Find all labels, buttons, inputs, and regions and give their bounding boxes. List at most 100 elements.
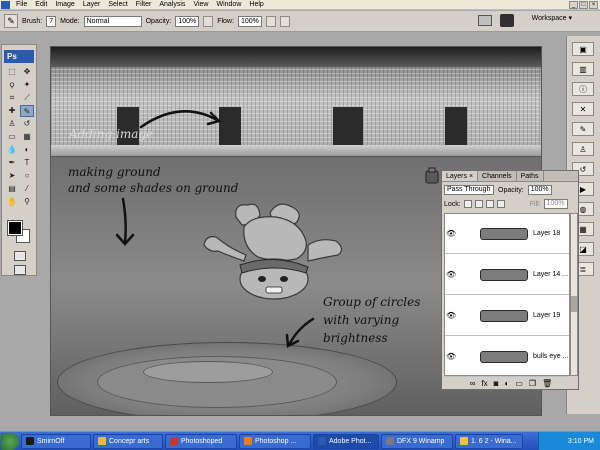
taskbar-items: SmirnOff Concepr arts Photoshoped Photoshop…: [19, 433, 523, 449]
scrollbar-thumb[interactable]: [571, 296, 577, 312]
visibility-eye-icon[interactable]: 👁: [446, 311, 456, 320]
hand-tool-icon[interactable]: ✋: [5, 196, 19, 208]
taskbar-item[interactable]: Photoshop ...: [239, 433, 311, 449]
taskbar-item[interactable]: DFX 9 Winamp: [381, 433, 453, 449]
visibility-eye-icon[interactable]: 👁: [446, 270, 456, 279]
adjustment-layer-icon[interactable]: ◐: [505, 379, 510, 388]
lasso-tool-icon[interactable]: ϙ: [5, 79, 19, 91]
healing-brush-tool-icon[interactable]: ✚: [5, 105, 19, 117]
ps-logo: Ps: [4, 50, 34, 63]
tablet-pressure-icon[interactable]: [203, 15, 214, 27]
eyedropper-tool-icon[interactable]: ⁄: [20, 183, 34, 195]
type-tool-icon[interactable]: T: [20, 157, 34, 169]
taskbar-app-icon: [244, 437, 252, 445]
tab-channels[interactable]: Channels: [478, 171, 517, 181]
annotation-ground-line1: making ground: [68, 165, 161, 179]
navigator-panel-icon[interactable]: ▣: [572, 42, 594, 56]
zoom-tool-icon[interactable]: ⚲: [20, 196, 34, 208]
tablet-size-icon[interactable]: [279, 15, 290, 27]
menu-filter[interactable]: Filter: [132, 0, 156, 10]
brush-tool-icon[interactable]: ✎: [20, 105, 34, 117]
annotation-circles-line2: with varying: [323, 313, 400, 327]
delete-layer-icon[interactable]: 🗑: [542, 379, 552, 388]
taskbar-item[interactable]: Photoshoped: [165, 433, 237, 449]
menu-file[interactable]: File: [12, 0, 31, 10]
tab-paths[interactable]: Paths: [517, 171, 544, 181]
workspace-menu[interactable]: Workspace ▾: [532, 14, 572, 22]
minimize-button[interactable]: _: [569, 1, 578, 9]
clone-source-icon[interactable]: ♙: [572, 142, 594, 156]
annotation-ground-line2: and some shades on ground: [68, 181, 239, 195]
info-panel-icon[interactable]: ⓘ: [572, 82, 594, 96]
opacity-input[interactable]: 100%: [175, 15, 200, 27]
lock-pixels-icon[interactable]: [474, 200, 483, 208]
visibility-eye-icon[interactable]: 👁: [446, 352, 456, 361]
layers-opacity-input[interactable]: 100%: [527, 185, 552, 195]
menu-layer[interactable]: Layer: [79, 0, 105, 10]
palette-well-icon[interactable]: [478, 15, 492, 26]
layer-row[interactable]: 👁 Layer 19: [445, 296, 569, 336]
layer-mask-icon[interactable]: ◙: [494, 379, 499, 388]
taskbar-item[interactable]: Concepr arts: [93, 433, 163, 449]
layer-style-icon[interactable]: fx: [481, 379, 487, 388]
link-layers-icon[interactable]: ∞: [470, 379, 476, 388]
lock-position-icon[interactable]: [485, 200, 494, 208]
layer-row[interactable]: 👁 Layer 14 ...: [445, 255, 569, 295]
slice-tool-icon[interactable]: ⟋: [20, 92, 34, 104]
menu-bar: File Edit Image Layer Select Filter Anal…: [0, 0, 600, 10]
magic-wand-tool-icon[interactable]: ✦: [20, 79, 34, 91]
menu-select[interactable]: Select: [104, 0, 131, 10]
histogram-panel-icon[interactable]: ▥: [572, 62, 594, 76]
brush-tool-preset-icon[interactable]: ✎: [4, 14, 18, 28]
blur-tool-icon[interactable]: 💧: [5, 144, 19, 156]
menu-view[interactable]: View: [189, 0, 212, 10]
pen-tool-icon[interactable]: ✒: [5, 157, 19, 169]
gradient-tool-icon[interactable]: ▦: [20, 131, 34, 143]
path-selection-tool-icon[interactable]: ➤: [5, 170, 19, 182]
taskbar-item[interactable]: Adobe Phot...: [313, 433, 379, 449]
window-controls: _ □ ×: [569, 1, 598, 9]
history-brush-tool-icon[interactable]: ↺: [20, 118, 34, 130]
new-group-icon[interactable]: ▭: [515, 379, 523, 388]
crop-tool-icon[interactable]: ⌗: [5, 92, 19, 104]
screen-mode-button[interactable]: [14, 265, 26, 275]
bridge-icon[interactable]: [500, 14, 514, 27]
airbrush-icon[interactable]: [265, 15, 276, 27]
notes-tool-icon[interactable]: ▤: [5, 183, 19, 195]
maximize-button[interactable]: □: [579, 1, 588, 9]
close-button[interactable]: ×: [589, 1, 598, 9]
layers-scrollbar[interactable]: [570, 213, 578, 376]
menu-edit[interactable]: Edit: [31, 0, 51, 10]
clone-stamp-tool-icon[interactable]: ♙: [5, 118, 19, 130]
blend-mode-select[interactable]: Pass Through: [444, 185, 494, 195]
tab-layers[interactable]: Layers ×: [442, 171, 479, 181]
menu-help[interactable]: Help: [245, 0, 267, 10]
marquee-tool-icon[interactable]: ⬚: [5, 66, 19, 78]
taskbar-item-label: Concepr arts: [109, 437, 150, 445]
menu-analysis[interactable]: Analysis: [155, 0, 189, 10]
start-button[interactable]: [1, 432, 19, 450]
dodge-tool-icon[interactable]: ◐: [20, 144, 34, 156]
quick-mask-button[interactable]: [14, 251, 26, 261]
mode-select[interactable]: Normal: [83, 15, 142, 27]
menu-image[interactable]: Image: [51, 0, 78, 10]
fill-input[interactable]: 100%: [543, 199, 568, 209]
taskbar-item[interactable]: SmirnOff: [21, 433, 91, 449]
opacity-label: Opacity:: [145, 17, 172, 25]
lock-all-icon[interactable]: [496, 200, 505, 208]
menu-window[interactable]: Window: [212, 0, 245, 10]
lock-transparency-icon[interactable]: [463, 200, 472, 208]
flow-input[interactable]: 100%: [237, 15, 262, 27]
taskbar-item[interactable]: 1. 6 2 - Wina...: [455, 433, 523, 449]
new-layer-icon[interactable]: ❐: [529, 379, 536, 388]
brushes-panel-icon[interactable]: ✎: [572, 122, 594, 136]
shape-tool-icon[interactable]: ○: [20, 170, 34, 182]
move-tool-icon[interactable]: ✥: [20, 66, 34, 78]
layer-row[interactable]: 👁 bulls eye ...: [445, 337, 569, 377]
visibility-eye-icon[interactable]: 👁: [446, 229, 456, 238]
tool-presets-icon[interactable]: ✕: [572, 102, 594, 116]
foreground-color-swatch[interactable]: [7, 220, 23, 236]
layer-row[interactable]: 👁 Layer 18: [445, 214, 569, 254]
brush-size-picker[interactable]: 7: [46, 15, 57, 27]
eraser-tool-icon[interactable]: ▭: [5, 131, 19, 143]
